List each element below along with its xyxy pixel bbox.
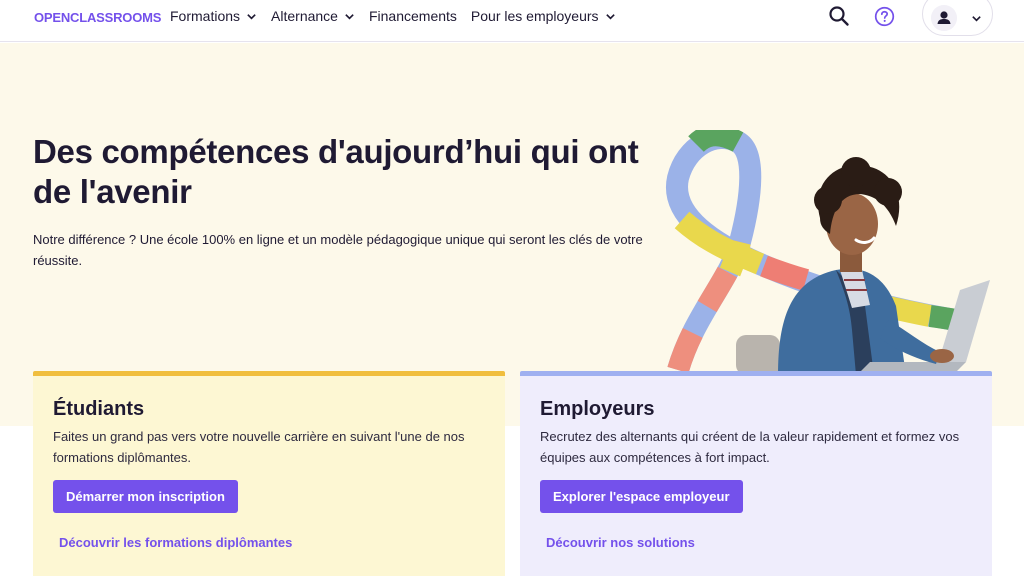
employers-card-text: Recrutez des alternants qui créent de la… bbox=[540, 429, 960, 465]
nav-item-label: Alternance bbox=[271, 8, 338, 24]
openclassrooms-logo[interactable]: OPENCLASSROOMS bbox=[34, 10, 161, 25]
user-menu-button[interactable] bbox=[922, 0, 993, 36]
employers-card: Employeurs Recrutez des alternants qui c… bbox=[520, 371, 992, 576]
start-registration-button[interactable]: Démarrer mon inscription bbox=[53, 480, 238, 513]
students-card: Étudiants Faites un grand pas vers votre… bbox=[33, 371, 505, 576]
hero-subtitle: Notre différence ? Une école 100% en lig… bbox=[33, 232, 643, 268]
students-card-title: Étudiants bbox=[53, 398, 145, 420]
main-nav: Formations Alternance Financements Pour … bbox=[170, 0, 630, 32]
search-icon[interactable] bbox=[828, 5, 850, 27]
chevron-down-icon bbox=[972, 16, 981, 22]
nav-item-formations[interactable]: Formations bbox=[170, 8, 257, 24]
nav-item-pour-les-employeurs[interactable]: Pour les employeurs bbox=[471, 8, 616, 24]
user-icon bbox=[931, 5, 957, 31]
students-card-text: Faites un grand pas vers votre nouvelle … bbox=[53, 429, 465, 465]
hero-title: Des compétences d'aujourd’hui qui ont de… bbox=[33, 133, 639, 210]
chevron-down-icon bbox=[605, 13, 615, 20]
nav-item-label: Pour les employeurs bbox=[470, 8, 599, 24]
explore-employer-space-button[interactable]: Explorer l'espace employeur bbox=[540, 480, 743, 513]
discover-degree-programs-link[interactable]: Découvrir les formations diplômantes bbox=[59, 535, 292, 550]
discover-solutions-link[interactable]: Découvrir nos solutions bbox=[546, 535, 695, 550]
chevron-down-icon bbox=[247, 13, 256, 20]
nav-item-alternance[interactable]: Alternance bbox=[271, 8, 355, 24]
nav-item-label: Financements bbox=[368, 8, 457, 24]
chevron-down-icon bbox=[345, 13, 354, 20]
help-circle-icon[interactable] bbox=[874, 6, 895, 27]
nav-item-label: Formations bbox=[170, 8, 241, 24]
employers-card-title: Employeurs bbox=[540, 398, 655, 420]
top-navigation-bar: OPENCLASSROOMS Formations Alternance Fin… bbox=[0, 0, 1024, 42]
student-with-laptop-illustration bbox=[666, 130, 990, 375]
nav-item-financements[interactable]: Financements bbox=[369, 8, 457, 24]
